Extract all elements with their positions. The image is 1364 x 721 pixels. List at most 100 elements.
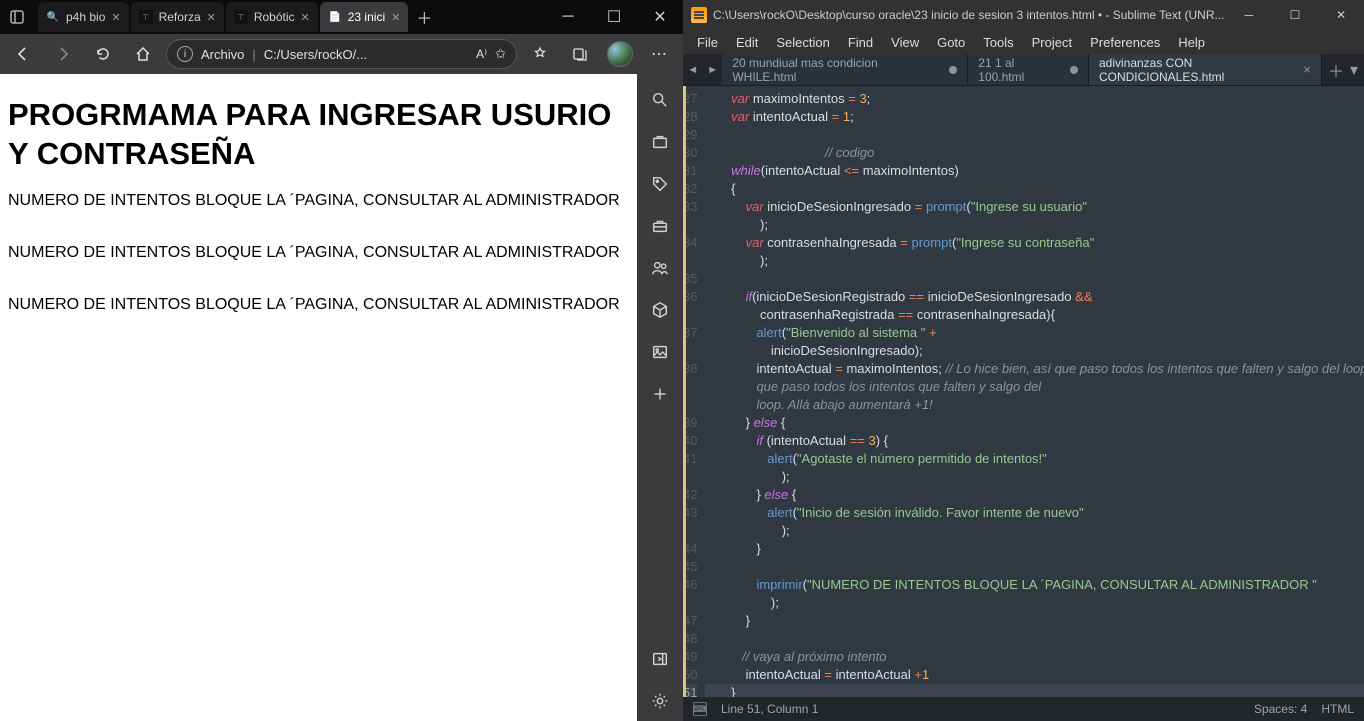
- menu-find[interactable]: Find: [840, 33, 881, 52]
- menu-selection[interactable]: Selection: [768, 33, 837, 52]
- menu-preferences[interactable]: Preferences: [1082, 33, 1168, 52]
- menu-tools[interactable]: Tools: [975, 33, 1021, 52]
- editor-tab-2[interactable]: adivinanzas CON CONDICIONALES.html ×: [1089, 54, 1322, 85]
- favorite-icon[interactable]: ✩: [495, 46, 506, 62]
- status-position[interactable]: Line 51, Column 1: [721, 702, 818, 716]
- page-heading: PROGRMAMA PARA INGRESAR USURIO Y CONTRAS…: [8, 96, 629, 174]
- arrow-left-icon: [15, 46, 31, 62]
- page-line-1: NUMERO DE INTENTOS BLOQUE LA ´PAGINA, CO…: [8, 192, 629, 210]
- forward-button[interactable]: [46, 38, 80, 70]
- read-aloud-icon[interactable]: A⁾: [476, 47, 487, 61]
- favorites-button[interactable]: [523, 38, 557, 70]
- tabs-dropdown-icon[interactable]: ▾: [1350, 60, 1358, 80]
- sidebar-search-button[interactable]: [640, 80, 680, 120]
- close-icon[interactable]: ✕: [111, 11, 120, 24]
- sublime-tabstrip: ◄ ► 20 mundiual mas condicion WHILE.html…: [683, 54, 1364, 86]
- collections-icon: [572, 46, 588, 62]
- tab-favicon-search-icon: 🔍: [46, 10, 60, 24]
- menu-help[interactable]: Help: [1170, 33, 1213, 52]
- new-tab-icon[interactable]: ＋: [1328, 58, 1344, 82]
- browser-tab-3[interactable]: 📄 23 inici ✕: [320, 2, 409, 32]
- minimize-button[interactable]: ─: [545, 0, 591, 34]
- menu-edit[interactable]: Edit: [728, 33, 766, 52]
- maximize-button[interactable]: ☐: [591, 0, 637, 34]
- plus-icon: [651, 385, 669, 403]
- maximize-button[interactable]: ☐: [1272, 0, 1318, 30]
- tab-title: 23 inici: [348, 10, 385, 24]
- menu-view[interactable]: View: [883, 33, 927, 52]
- new-tab-button[interactable]: ＋: [410, 3, 438, 31]
- menu-goto[interactable]: Goto: [929, 33, 973, 52]
- profile-button[interactable]: [603, 38, 637, 70]
- minimize-button[interactable]: ─: [1226, 0, 1272, 30]
- edge-sidebar: [637, 74, 683, 721]
- browser-tab-1[interactable]: 丅 Reforza ✕: [131, 2, 224, 32]
- tab-favicon-icon: 丅: [234, 10, 248, 24]
- dirty-indicator-icon: [949, 66, 957, 74]
- tabs-scroll-left[interactable]: ◄: [683, 54, 703, 85]
- sublime-titlebar[interactable]: C:\Users\rockO\Desktop\curso oracle\23 i…: [683, 0, 1364, 30]
- tab-title: Reforza: [159, 10, 201, 24]
- sidebar-shopping-button[interactable]: [640, 122, 680, 162]
- line-number-gutter[interactable]: 2728293031323334353637383940414243444546…: [683, 86, 705, 697]
- menu-file[interactable]: File: [689, 33, 726, 52]
- tab-actions-icon: [10, 10, 24, 24]
- cube-icon: [651, 301, 669, 319]
- close-button[interactable]: ✕: [637, 0, 683, 34]
- back-button[interactable]: [6, 38, 40, 70]
- sidebar-games-button[interactable]: [640, 290, 680, 330]
- collections-button[interactable]: [563, 38, 597, 70]
- address-label: Archivo: [201, 47, 244, 62]
- search-icon: [651, 91, 669, 109]
- edge-titlebar: 🔍 p4h bio ✕ 丅 Reforza ✕ 丅 Robótic ✕ 📄 23…: [0, 0, 683, 34]
- arrow-right-icon: [55, 46, 71, 62]
- close-icon[interactable]: ✕: [207, 11, 216, 24]
- tab-title: 20 mundiual mas condicion WHILE.html: [732, 56, 941, 84]
- console-icon[interactable]: ⌨: [693, 702, 707, 716]
- gear-icon: [651, 692, 669, 710]
- sidebar-coupons-button[interactable]: [640, 164, 680, 204]
- tabs-end-controls: ＋ ▾: [1322, 54, 1364, 85]
- tab-actions-button[interactable]: [0, 0, 34, 34]
- address-url: C:/Users/rockO/...: [264, 47, 468, 62]
- star-list-icon: [532, 46, 548, 62]
- sidebar-image-button[interactable]: [640, 332, 680, 372]
- sublime-title-text: C:\Users\rockO\Desktop\curso oracle\23 i…: [713, 8, 1226, 22]
- briefcase-icon: [651, 133, 669, 151]
- sidebar-people-button[interactable]: [640, 248, 680, 288]
- page-line-2: NUMERO DE INTENTOS BLOQUE LA ´PAGINA, CO…: [8, 244, 629, 262]
- site-info-icon[interactable]: i: [177, 46, 193, 62]
- sidebar-add-button[interactable]: [640, 374, 680, 414]
- close-icon[interactable]: ×: [1303, 62, 1311, 77]
- sublime-app-icon: [691, 7, 707, 23]
- people-icon: [651, 259, 669, 277]
- home-button[interactable]: [126, 38, 160, 70]
- browser-tab-0[interactable]: 🔍 p4h bio ✕: [38, 2, 129, 32]
- close-icon[interactable]: ✕: [391, 11, 400, 24]
- refresh-button[interactable]: [86, 38, 120, 70]
- tab-favicon-file-icon: 📄: [328, 10, 342, 24]
- address-bar[interactable]: i Archivo | C:/Users/rockO/... A⁾ ✩: [166, 39, 517, 69]
- close-icon[interactable]: ✕: [301, 11, 310, 24]
- panel-icon: [651, 650, 669, 668]
- status-syntax[interactable]: HTML: [1321, 702, 1354, 716]
- editor-tab-1[interactable]: 21 1 al 100.html: [968, 54, 1089, 85]
- tabs-scroll-right[interactable]: ►: [703, 54, 723, 85]
- sidebar-tools-button[interactable]: [640, 206, 680, 246]
- more-button[interactable]: ⋯: [643, 38, 677, 70]
- code-area[interactable]: var maximoIntentos = 3; var intentoActua…: [705, 86, 1364, 697]
- sidebar-panel-button[interactable]: [640, 639, 680, 679]
- menu-project[interactable]: Project: [1024, 33, 1080, 52]
- browser-tab-2[interactable]: 丅 Robótic ✕: [226, 2, 318, 32]
- edge-body: PROGRMAMA PARA INGRESAR USURIO Y CONTRAS…: [0, 74, 683, 721]
- status-spaces[interactable]: Spaces: 4: [1254, 702, 1307, 716]
- edge-window: 🔍 p4h bio ✕ 丅 Reforza ✕ 丅 Robótic ✕ 📄 23…: [0, 0, 683, 721]
- edge-toolbar: i Archivo | C:/Users/rockO/... A⁾ ✩ ⋯: [0, 34, 683, 74]
- page-content: PROGRMAMA PARA INGRESAR USURIO Y CONTRAS…: [0, 74, 637, 721]
- image-icon: [651, 343, 669, 361]
- sublime-window-controls: ─ ☐ ✕: [1226, 0, 1364, 30]
- editor-tab-0[interactable]: 20 mundiual mas condicion WHILE.html: [722, 54, 968, 85]
- close-button[interactable]: ✕: [1318, 0, 1364, 30]
- sublime-editor: 2728293031323334353637383940414243444546…: [683, 86, 1364, 697]
- sidebar-settings-button[interactable]: [640, 681, 680, 721]
